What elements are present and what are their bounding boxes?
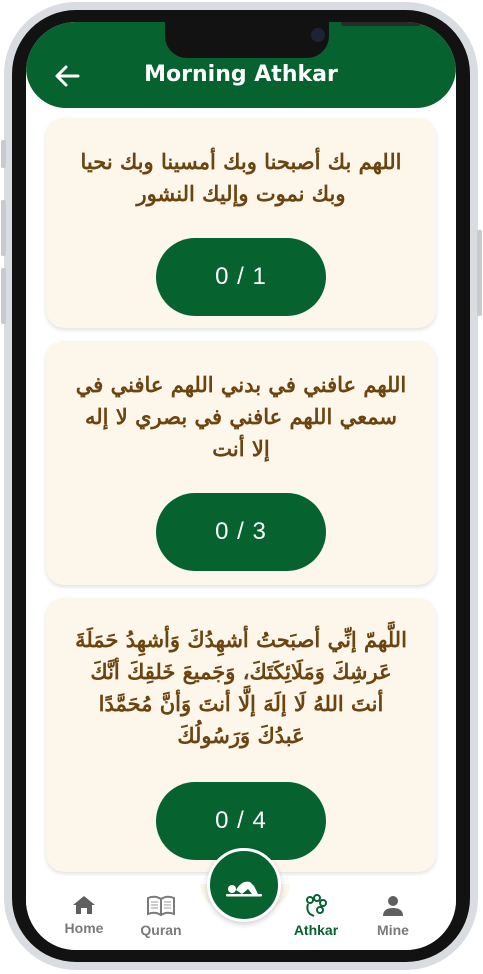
nav-label-athkar: Athkar (293, 922, 339, 938)
dua-text: اللهم عافني في بدني اللهم عافني في سمعي … (75, 372, 407, 461)
nav-item-mine[interactable]: Mine (358, 894, 428, 938)
home-icon (73, 896, 95, 914)
nav-label-mine: Mine (377, 922, 409, 938)
athkar-list[interactable]: اللهم بك أصبحنا وبك أمسينا وبك نحيا وبك … (26, 114, 456, 884)
dua-text: اللهم بك أصبحنا وبك أمسينا وبك نحيا وبك … (80, 149, 402, 206)
volume-down-button (1, 268, 6, 324)
page-title: Morning Athkar (144, 62, 338, 87)
prayer-fab-button[interactable] (207, 848, 281, 922)
counter-button[interactable]: 0 / 1 (156, 238, 326, 316)
camera-lens (311, 28, 325, 42)
speaker-grille (341, 22, 421, 26)
dua-text: اللَّهمّ إنِّي أصبَحتُ أشهِدُكَ وَأشهِدُ… (75, 627, 407, 748)
person-icon (383, 896, 403, 916)
nav-item-quran[interactable]: Quran (126, 894, 196, 938)
camera-notch (165, 22, 421, 58)
athkar-card: اللهم عافني في بدني اللهم عافني في سمعي … (46, 341, 436, 585)
nav-label-home: Home (64, 920, 104, 936)
mute-switch (1, 140, 6, 168)
screen: اللهم بك أصبحنا وبك أمسينا وبك نحيا وبك … (26, 22, 456, 950)
nav-label-quran: Quran (140, 922, 182, 938)
nav-item-athkar[interactable]: Athkar (281, 894, 351, 938)
volume-up-button (1, 200, 6, 256)
quran-book-icon (147, 895, 175, 917)
power-button (477, 230, 482, 316)
prostration-icon (226, 881, 262, 897)
counter-button[interactable]: 0 / 3 (156, 493, 326, 571)
prayer-beads-icon (306, 894, 327, 917)
athkar-card: اللهم بك أصبحنا وبك أمسينا وبك نحيا وبك … (46, 118, 436, 328)
athkar-card: اللَّهمّ إنِّي أصبَحتُ أشهِدُكَ وَأشهِدُ… (46, 598, 436, 872)
nav-item-home[interactable]: Home (49, 894, 119, 936)
